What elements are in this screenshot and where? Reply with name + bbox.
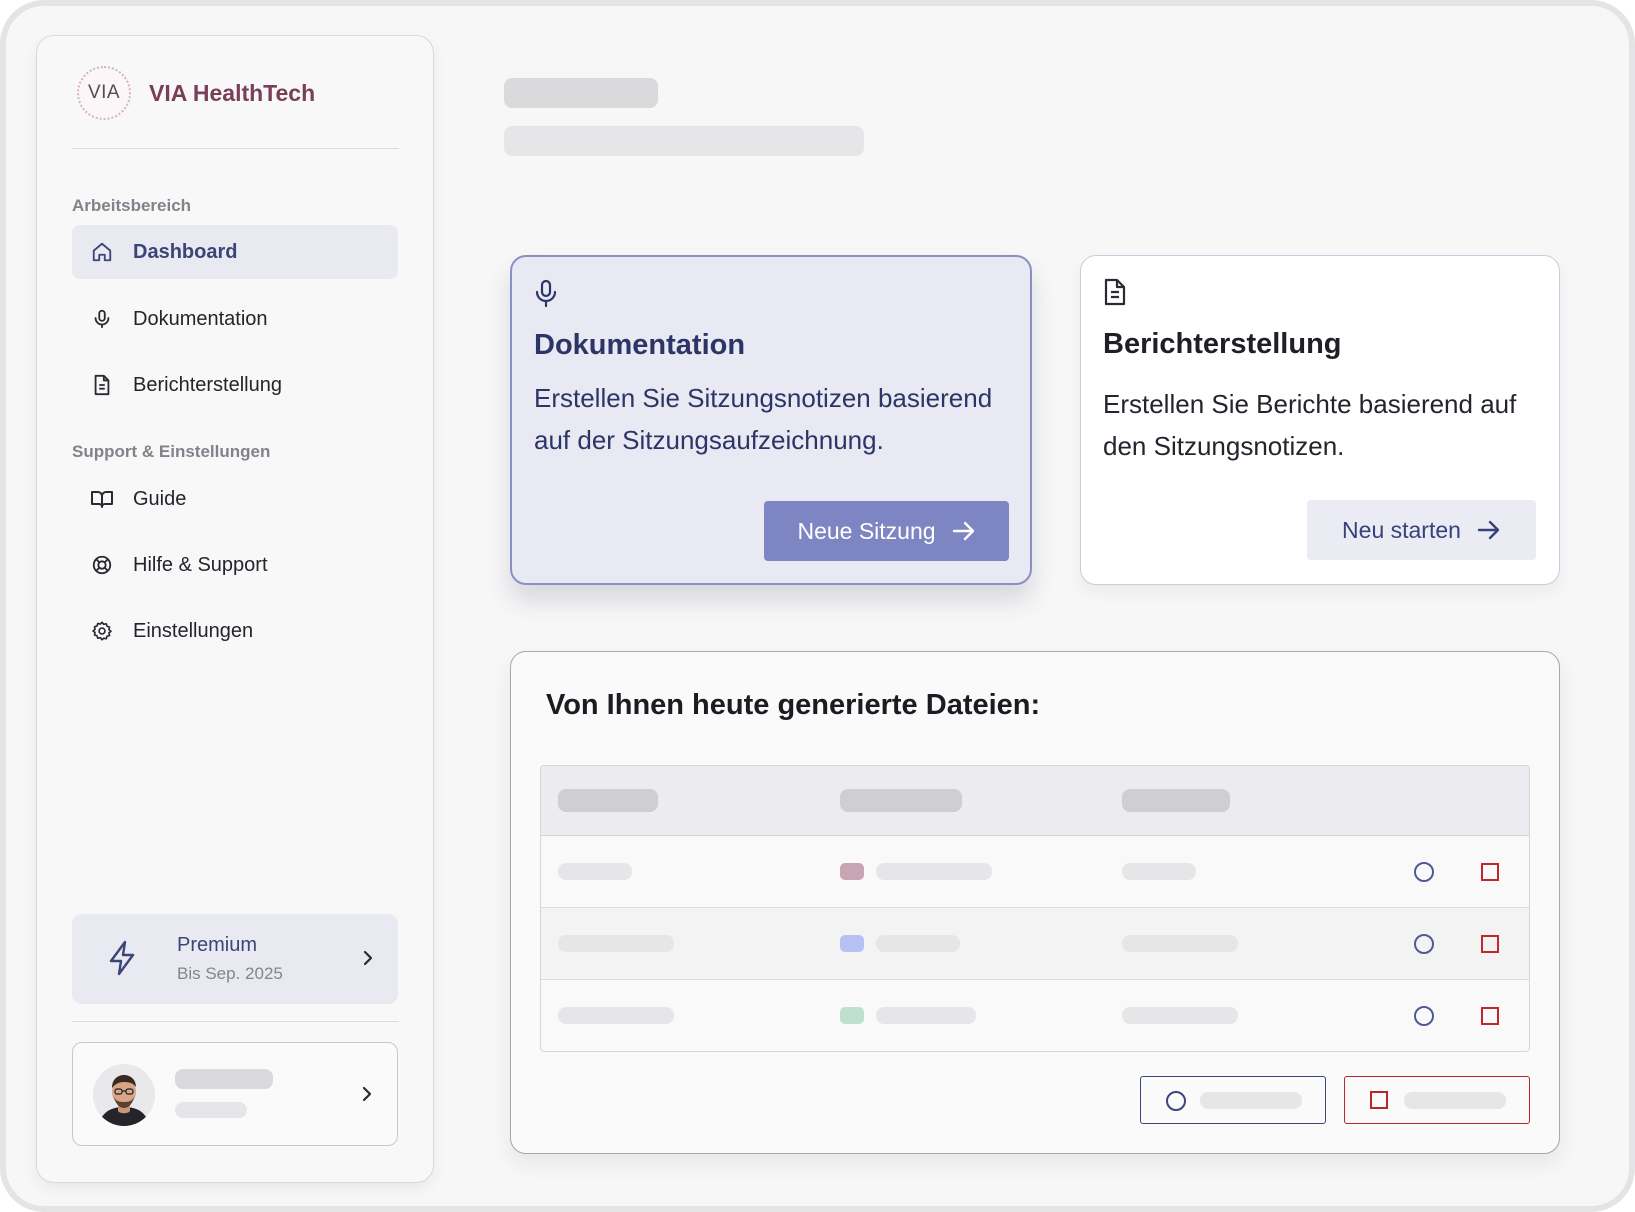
premium-subtitle: Bis Sep. 2025 [177,964,283,983]
start-report-button[interactable]: Neu starten [1307,500,1536,560]
documentation-card[interactable]: Dokumentation Erstellen Sie Sitzungsnoti… [510,255,1032,585]
arrow-right-icon [952,521,976,541]
column-header-placeholder [1122,789,1230,812]
column-header-placeholder [558,789,658,812]
table-row[interactable] [541,908,1529,980]
file-type-tag [840,935,864,952]
premium-plan-card[interactable]: Premium Bis Sep. 2025 [72,914,398,1004]
sidebar-item-dashboard[interactable]: Dashboard [72,225,398,279]
files-table-header [541,766,1529,836]
sidebar-item-dokumentation[interactable]: Dokumentation [72,292,398,346]
file-type-tag [840,1007,864,1024]
cell-placeholder [876,1007,976,1024]
files-table [540,765,1530,1052]
microphone-icon [534,279,558,314]
sidebar-item-guide[interactable]: Guide [72,472,398,526]
lifebuoy-icon [90,553,114,577]
sidebar: VIA VIA HealthTech Arbeitsbereich Dashbo… [36,35,434,1183]
gear-icon [90,619,114,643]
document-icon [1103,278,1127,311]
cell-placeholder [1122,863,1196,880]
page-title-placeholder [504,78,658,108]
microphone-icon [90,307,114,331]
cell-placeholder [1122,1007,1238,1024]
home-icon [90,240,114,264]
open-file-icon[interactable] [1411,1003,1437,1029]
app-window: VIA VIA HealthTech Arbeitsbereich Dashbo… [0,0,1635,1212]
cell-placeholder [876,863,992,880]
delete-all-button[interactable] [1344,1076,1530,1124]
button-label-placeholder [1404,1092,1506,1109]
user-profile-card[interactable] [72,1042,398,1146]
square-icon [1369,1090,1389,1115]
sidebar-divider [72,1021,399,1022]
cell-placeholder [558,1007,674,1024]
profile-name-placeholder [175,1069,273,1089]
documentation-card-title: Dokumentation [534,329,746,361]
brand[interactable]: VIA VIA HealthTech [77,66,315,120]
report-card-title: Berichterstellung [1103,328,1342,360]
chevron-right-icon [361,1085,373,1108]
file-type-tag [840,863,864,880]
chevron-right-icon [362,949,374,972]
lightning-icon [108,940,136,981]
files-panel-title: Von Ihnen heute generierte Dateien: [546,689,1041,721]
delete-file-icon[interactable] [1477,1003,1503,1029]
sidebar-item-berichterstellung[interactable]: Berichterstellung [72,358,398,412]
book-icon [90,487,114,511]
document-icon [90,373,114,397]
new-session-button[interactable]: Neue Sitzung [764,501,1009,561]
brand-logo: VIA [77,66,131,120]
column-header-placeholder [840,789,962,812]
circle-icon [1165,1090,1187,1117]
new-session-button-label: Neue Sitzung [797,517,936,544]
sidebar-divider [72,148,399,149]
sidebar-item-label: Guide [133,487,187,510]
generated-files-panel: Von Ihnen heute generierte Dateien: [510,651,1560,1154]
section-label-support: Support & Einstellungen [72,442,271,461]
arrow-right-icon [1477,520,1501,540]
delete-file-icon[interactable] [1477,931,1503,957]
sidebar-item-einstellungen[interactable]: Einstellungen [72,604,398,658]
sidebar-item-label: Hilfe & Support [133,553,268,576]
open-file-icon[interactable] [1411,859,1437,885]
table-row[interactable] [541,980,1529,1051]
button-label-placeholder [1200,1092,1302,1109]
sidebar-item-label: Dokumentation [133,307,268,330]
open-all-button[interactable] [1140,1076,1326,1124]
brand-name: VIA HealthTech [149,79,316,106]
cell-placeholder [1122,935,1238,952]
profile-role-placeholder [175,1102,247,1118]
avatar [93,1064,155,1126]
cell-placeholder [558,935,674,952]
cell-placeholder [558,863,632,880]
table-row[interactable] [541,836,1529,908]
sidebar-item-label: Berichterstellung [133,373,282,396]
cell-placeholder [876,935,960,952]
page-subtitle-placeholder [504,126,864,156]
open-file-icon[interactable] [1411,931,1437,957]
sidebar-item-label: Einstellungen [133,619,254,642]
delete-file-icon[interactable] [1477,859,1503,885]
documentation-card-description: Erstellen Sie Sitzungsnotizen basierend … [534,383,993,455]
report-card-description: Erstellen Sie Berichte basierend auf den… [1103,389,1517,461]
report-card[interactable]: Berichterstellung Erstellen Sie Berichte… [1080,255,1560,585]
sidebar-item-label: Dashboard [133,240,238,263]
premium-title: Premium [177,934,258,956]
sidebar-item-hilfe-support[interactable]: Hilfe & Support [72,538,398,592]
start-report-button-label: Neu starten [1342,516,1461,543]
section-label-workspace: Arbeitsbereich [72,196,192,215]
